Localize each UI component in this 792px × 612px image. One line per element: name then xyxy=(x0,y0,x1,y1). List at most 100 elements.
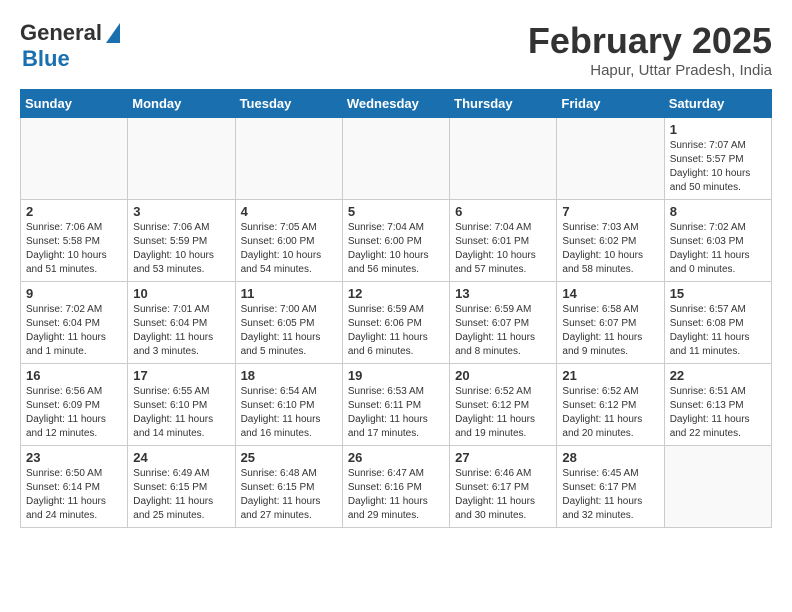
weekday-header-sunday: Sunday xyxy=(21,90,128,118)
day-number: 18 xyxy=(241,368,337,383)
calendar-cell: 16Sunrise: 6:56 AMSunset: 6:09 PMDayligh… xyxy=(21,364,128,446)
day-info: Sunrise: 6:54 AMSunset: 6:10 PMDaylight:… xyxy=(241,385,337,441)
calendar-cell: 21 Sunrise: 6:52 AMSunset: 6:12 PMDayligh… xyxy=(557,364,664,446)
day-info: Sunrise: 6:52 AMSunset: 6:12 PMDaylight:… xyxy=(562,385,658,441)
calendar-cell: 13 Sunrise: 6:59 AMSunset: 6:07 PMDayligh… xyxy=(450,282,557,364)
day-number: 6 xyxy=(455,204,551,219)
day-info: Sunrise: 6:58 AMSunset: 6:07 PMDaylight:… xyxy=(562,303,658,359)
calendar-cell: 12 Sunrise: 6:59 AMSunset: 6:06 PMDayligh… xyxy=(342,282,449,364)
day-info: Sunrise: 7:02 AMSunset: 6:04 PMDaylight:… xyxy=(26,303,122,359)
day-number: 26 xyxy=(348,450,444,465)
calendar-cell: 15 Sunrise: 6:57 AMSunset: 6:08 PMDayligh… xyxy=(664,282,771,364)
calendar-cell: 28 Sunrise: 6:45 AMSunset: 6:17 PMDayligh… xyxy=(557,446,664,528)
day-info: Sunrise: 6:45 AMSunset: 6:17 PMDaylight:… xyxy=(562,467,658,523)
calendar-cell: 22 Sunrise: 6:51 AMSunset: 6:13 PMDayligh… xyxy=(664,364,771,446)
day-number: 21 xyxy=(562,368,658,383)
calendar-week-3: 9 Sunrise: 7:02 AMSunset: 6:04 PMDaylight… xyxy=(21,282,772,364)
day-info: Sunrise: 7:04 AMSunset: 6:00 PMDaylight:… xyxy=(348,221,444,277)
page-header: General Blue February 2025 Hapur, Uttar … xyxy=(20,20,772,79)
logo: General Blue xyxy=(20,20,120,72)
calendar-cell: 5 Sunrise: 7:04 AMSunset: 6:00 PMDaylight… xyxy=(342,200,449,282)
day-number: 5 xyxy=(348,204,444,219)
day-number: 4 xyxy=(241,204,337,219)
day-info: Sunrise: 7:03 AMSunset: 6:02 PMDaylight:… xyxy=(562,221,658,277)
calendar-cell: 7 Sunrise: 7:03 AMSunset: 6:02 PMDaylight… xyxy=(557,200,664,282)
calendar-cell: 14 Sunrise: 6:58 AMSunset: 6:07 PMDayligh… xyxy=(557,282,664,364)
calendar-cell: 19 Sunrise: 6:53 AMSunset: 6:11 PMDayligh… xyxy=(342,364,449,446)
calendar-table: SundayMondayTuesdayWednesdayThursdayFrid… xyxy=(20,89,772,528)
calendar-week-5: 23Sunrise: 6:50 AMSunset: 6:14 PMDayligh… xyxy=(21,446,772,528)
calendar-cell xyxy=(342,118,449,200)
weekday-header-tuesday: Tuesday xyxy=(235,90,342,118)
calendar-cell: 4 Sunrise: 7:05 AMSunset: 6:00 PMDaylight… xyxy=(235,200,342,282)
day-info: Sunrise: 6:48 AMSunset: 6:15 PMDaylight:… xyxy=(241,467,337,523)
day-info: Sunrise: 6:55 AMSunset: 6:10 PMDaylight:… xyxy=(133,385,229,441)
day-number: 3 xyxy=(133,204,229,219)
day-info: Sunrise: 7:07 AMSunset: 5:57 PMDaylight:… xyxy=(670,139,766,195)
weekday-header-saturday: Saturday xyxy=(664,90,771,118)
title-area: February 2025 Hapur, Uttar Pradesh, Indi… xyxy=(528,20,772,79)
calendar-cell: 26 Sunrise: 6:47 AMSunset: 6:16 PMDayligh… xyxy=(342,446,449,528)
day-info: Sunrise: 7:06 AMSunset: 5:59 PMDaylight:… xyxy=(133,221,229,277)
calendar-cell xyxy=(128,118,235,200)
calendar-cell: 1 Sunrise: 7:07 AMSunset: 5:57 PMDaylight… xyxy=(664,118,771,200)
day-number: 19 xyxy=(348,368,444,383)
calendar-week-2: 2 Sunrise: 7:06 AMSunset: 5:58 PMDaylight… xyxy=(21,200,772,282)
day-info: Sunrise: 6:59 AMSunset: 6:07 PMDaylight:… xyxy=(455,303,551,359)
day-info: Sunrise: 7:06 AMSunset: 5:58 PMDaylight:… xyxy=(26,221,122,277)
calendar-cell: 2 Sunrise: 7:06 AMSunset: 5:58 PMDaylight… xyxy=(21,200,128,282)
day-number: 14 xyxy=(562,286,658,301)
weekday-header-row: SundayMondayTuesdayWednesdayThursdayFrid… xyxy=(21,90,772,118)
day-number: 27 xyxy=(455,450,551,465)
calendar-cell xyxy=(450,118,557,200)
day-number: 11 xyxy=(241,286,337,301)
day-info: Sunrise: 7:01 AMSunset: 6:04 PMDaylight:… xyxy=(133,303,229,359)
day-number: 28 xyxy=(562,450,658,465)
day-number: 13 xyxy=(455,286,551,301)
day-info: Sunrise: 6:57 AMSunset: 6:08 PMDaylight:… xyxy=(670,303,766,359)
day-info: Sunrise: 6:52 AMSunset: 6:12 PMDaylight:… xyxy=(455,385,551,441)
calendar-cell: 10 Sunrise: 7:01 AMSunset: 6:04 PMDayligh… xyxy=(128,282,235,364)
day-info: Sunrise: 6:53 AMSunset: 6:11 PMDaylight:… xyxy=(348,385,444,441)
calendar-cell: 23Sunrise: 6:50 AMSunset: 6:14 PMDayligh… xyxy=(21,446,128,528)
day-info: Sunrise: 7:00 AMSunset: 6:05 PMDaylight:… xyxy=(241,303,337,359)
day-number: 15 xyxy=(670,286,766,301)
calendar-cell xyxy=(557,118,664,200)
day-number: 2 xyxy=(26,204,122,219)
day-number: 22 xyxy=(670,368,766,383)
day-info: Sunrise: 7:02 AMSunset: 6:03 PMDaylight:… xyxy=(670,221,766,277)
calendar-cell: 18 Sunrise: 6:54 AMSunset: 6:10 PMDayligh… xyxy=(235,364,342,446)
weekday-header-thursday: Thursday xyxy=(450,90,557,118)
weekday-header-monday: Monday xyxy=(128,90,235,118)
calendar-week-4: 16Sunrise: 6:56 AMSunset: 6:09 PMDayligh… xyxy=(21,364,772,446)
calendar-cell: 17 Sunrise: 6:55 AMSunset: 6:10 PMDayligh… xyxy=(128,364,235,446)
calendar-cell: 6Sunrise: 7:04 AMSunset: 6:01 PMDaylight… xyxy=(450,200,557,282)
day-number: 7 xyxy=(562,204,658,219)
calendar-cell: 3 Sunrise: 7:06 AMSunset: 5:59 PMDaylight… xyxy=(128,200,235,282)
day-number: 12 xyxy=(348,286,444,301)
day-info: Sunrise: 6:56 AMSunset: 6:09 PMDaylight:… xyxy=(26,385,122,441)
day-number: 9 xyxy=(26,286,122,301)
calendar-cell: 11 Sunrise: 7:00 AMSunset: 6:05 PMDayligh… xyxy=(235,282,342,364)
day-info: Sunrise: 6:51 AMSunset: 6:13 PMDaylight:… xyxy=(670,385,766,441)
day-info: Sunrise: 7:05 AMSunset: 6:00 PMDaylight:… xyxy=(241,221,337,277)
weekday-header-wednesday: Wednesday xyxy=(342,90,449,118)
calendar-cell: 20 Sunrise: 6:52 AMSunset: 6:12 PMDayligh… xyxy=(450,364,557,446)
calendar-cell: 27 Sunrise: 6:46 AMSunset: 6:17 PMDayligh… xyxy=(450,446,557,528)
calendar-cell: 8Sunrise: 7:02 AMSunset: 6:03 PMDaylight… xyxy=(664,200,771,282)
day-info: Sunrise: 6:46 AMSunset: 6:17 PMDaylight:… xyxy=(455,467,551,523)
calendar-cell xyxy=(664,446,771,528)
day-info: Sunrise: 6:49 AMSunset: 6:15 PMDaylight:… xyxy=(133,467,229,523)
day-number: 17 xyxy=(133,368,229,383)
month-title: February 2025 xyxy=(528,20,772,62)
weekday-header-friday: Friday xyxy=(557,90,664,118)
calendar-cell xyxy=(235,118,342,200)
day-info: Sunrise: 6:59 AMSunset: 6:06 PMDaylight:… xyxy=(348,303,444,359)
logo-blue-text: Blue xyxy=(22,46,70,72)
day-info: Sunrise: 6:47 AMSunset: 6:16 PMDaylight:… xyxy=(348,467,444,523)
day-number: 10 xyxy=(133,286,229,301)
day-number: 24 xyxy=(133,450,229,465)
day-number: 20 xyxy=(455,368,551,383)
day-number: 1 xyxy=(670,122,766,137)
day-number: 25 xyxy=(241,450,337,465)
